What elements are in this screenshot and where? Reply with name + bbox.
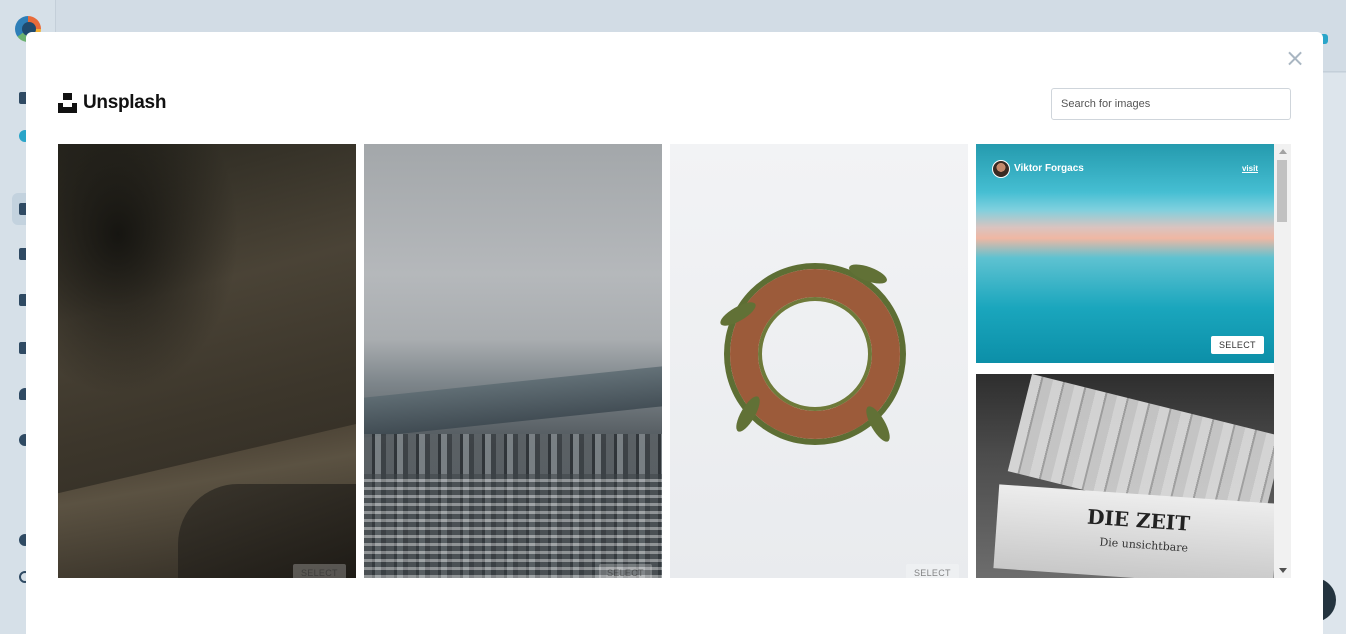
gallery-scrollbar[interactable]: [1274, 144, 1291, 578]
image-gallery: SELECT SELECT SELECT Viktor Forgacs visi…: [58, 144, 1291, 578]
photo-cave[interactable]: SELECT: [58, 144, 356, 578]
photo-wreath[interactable]: SELECT: [670, 144, 968, 578]
photo-sea[interactable]: Viktor Forgacs visit SELECT: [976, 144, 1274, 363]
close-icon[interactable]: ×: [1285, 46, 1305, 70]
newspaper-headline: DIE ZEIT: [1086, 504, 1191, 536]
scroll-down-icon[interactable]: [1279, 568, 1287, 573]
photo-city[interactable]: SELECT: [364, 144, 662, 578]
search-input[interactable]: [1051, 88, 1291, 120]
photo-newspapers[interactable]: DIE ZEIT Die unsichtbare: [976, 374, 1274, 578]
wreath-image: [717, 260, 900, 445]
select-button[interactable]: SELECT: [293, 564, 346, 578]
brand-name: Unsplash: [83, 92, 167, 113]
author-name: Viktor Forgacs: [1014, 163, 1084, 174]
unsplash-brand: Unsplash: [58, 91, 166, 115]
author-avatar: [992, 160, 1010, 178]
newspaper-subtitle: Die unsichtbare: [1099, 535, 1189, 555]
select-button[interactable]: SELECT: [599, 564, 652, 578]
visit-link[interactable]: visit: [1242, 164, 1258, 173]
select-button[interactable]: SELECT: [1211, 336, 1264, 354]
scroll-thumb[interactable]: [1277, 160, 1287, 222]
unsplash-modal: × Unsplash SELECT SELECT SELECT: [26, 32, 1323, 634]
unsplash-logo-icon: [58, 93, 77, 113]
select-button[interactable]: SELECT: [906, 564, 959, 578]
scroll-up-icon[interactable]: [1279, 149, 1287, 154]
